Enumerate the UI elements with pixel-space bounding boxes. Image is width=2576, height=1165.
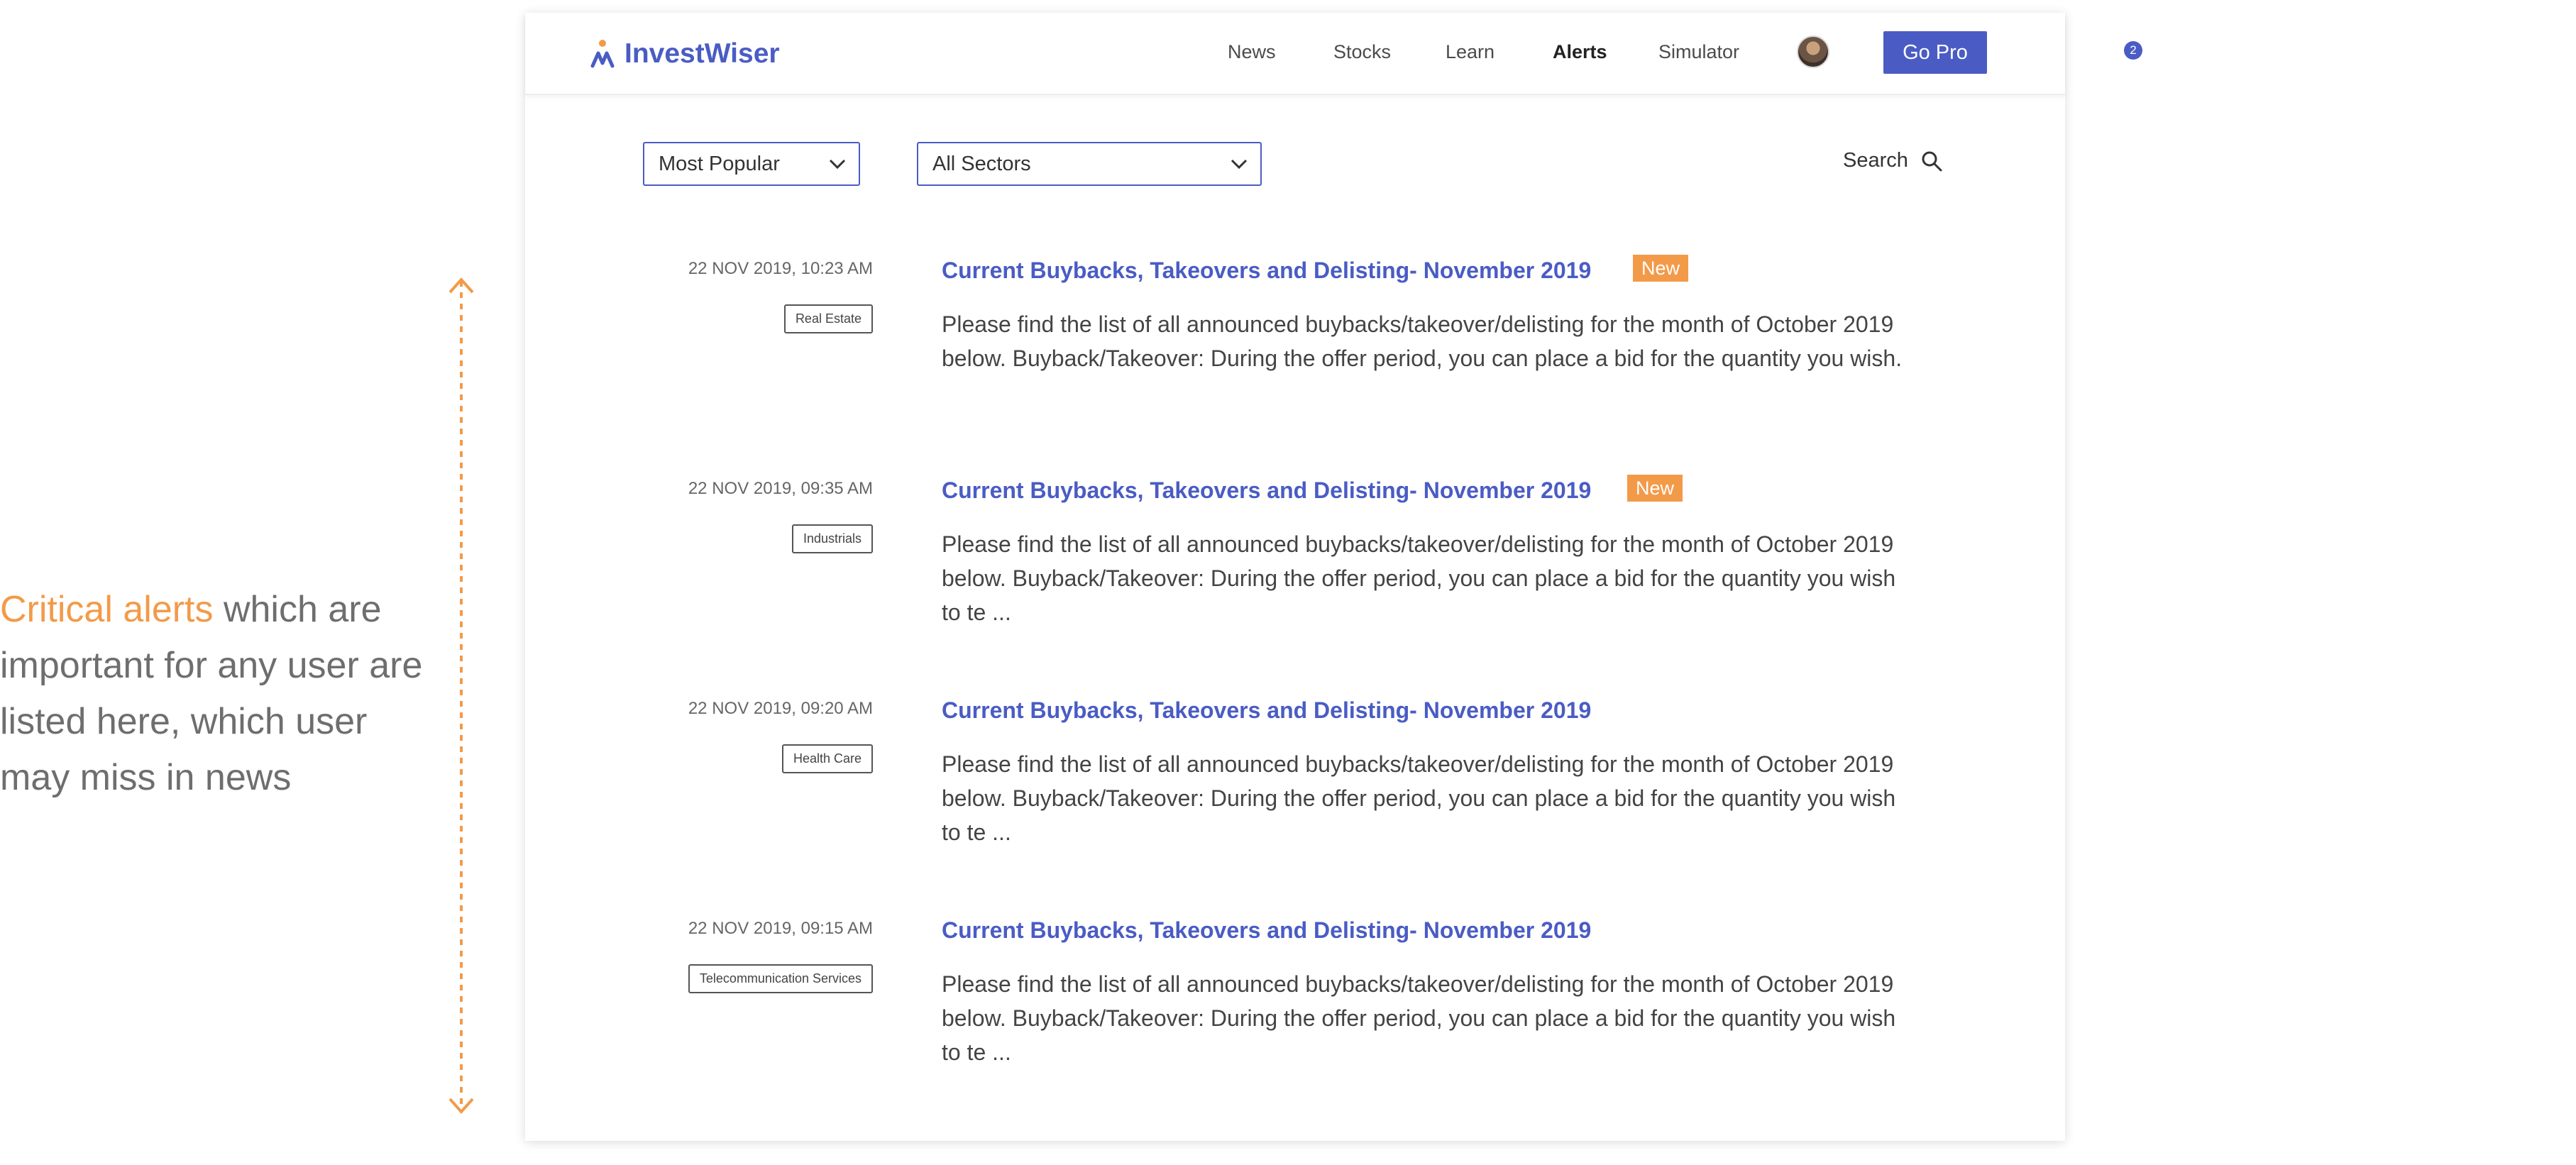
sector-select-value: All Sectors [932, 152, 1031, 175]
double-arrow-vertical-icon [448, 277, 474, 1115]
sector-select[interactable]: All Sectors [917, 142, 1262, 186]
search-label: Search [1843, 149, 1908, 172]
top-navbar: InvestWiser News Stocks Learn Alerts 2 S… [525, 13, 2142, 95]
sector-tag[interactable]: Health Care [781, 744, 873, 773]
alert-title[interactable]: Current Buybacks, Takeovers and Delistin… [942, 697, 1591, 724]
new-badge: New [1627, 475, 1683, 502]
avatar[interactable] [1797, 35, 1829, 68]
sector-tag[interactable]: Real Estate [783, 304, 873, 333]
alert-title[interactable]: Current Buybacks, Takeovers and Delistin… [942, 477, 1591, 504]
annotation-highlight: Critical alerts [0, 589, 214, 630]
app-window: InvestWiser News Stocks Learn Alerts 2 S… [525, 13, 2142, 1141]
chevron-down-icon [1231, 159, 1248, 169]
nav-stocks[interactable]: Stocks [1333, 41, 1391, 63]
alert-body: Please find the list of all announced bu… [942, 971, 1896, 1065]
nav-news[interactable]: News [1228, 41, 1276, 63]
logo-text: InvestWiser [624, 38, 780, 69]
alert-item: 22 NOV 2019, 09:20 AM Health Care Curren… [525, 697, 2065, 869]
chevron-down-icon [829, 159, 846, 169]
alert-date: 22 NOV 2019, 09:20 AM [688, 699, 873, 718]
nav-simulator[interactable]: Simulator [1658, 41, 1739, 63]
alert-item: 22 NOV 2019, 09:35 AM Industrials Curren… [525, 475, 2065, 649]
logo[interactable]: InvestWiser [590, 34, 780, 74]
nav-alerts[interactable]: Alerts [1553, 41, 1607, 63]
alert-title[interactable]: Current Buybacks, Takeovers and Delistin… [942, 917, 1591, 944]
search-icon [1922, 151, 1942, 171]
new-badge: New [1633, 255, 1689, 282]
alert-body: Please find the list of all announced bu… [942, 311, 1903, 371]
investwiser-logo-icon [590, 40, 615, 68]
nav-learn[interactable]: Learn [1446, 41, 1495, 63]
alert-date: 22 NOV 2019, 09:15 AM [688, 919, 873, 938]
search-button[interactable]: Search [1843, 149, 1942, 172]
sector-tag[interactable]: Industrials [791, 524, 873, 553]
alert-date: 22 NOV 2019, 10:23 AM [688, 259, 873, 278]
alert-item: 22 NOV 2019, 09:15 AM Telecommunication … [525, 917, 2065, 1089]
alert-body: Please find the list of all announced bu… [942, 531, 1896, 625]
alerts-count-badge: 2 [2124, 41, 2142, 60]
alert-date: 22 NOV 2019, 09:35 AM [688, 479, 873, 498]
sort-select[interactable]: Most Popular [643, 142, 860, 186]
annotation-text: Critical alerts which are important for … [0, 582, 426, 806]
alert-body: Please find the list of all announced bu… [942, 751, 1896, 845]
alert-item: 22 NOV 2019, 10:23 AM Real Estate Curren… [525, 255, 2065, 429]
alert-title[interactable]: Current Buybacks, Takeovers and Delistin… [942, 258, 1591, 284]
go-pro-button[interactable]: Go Pro [1883, 31, 1987, 74]
sector-tag[interactable]: Telecommunication Services [688, 964, 873, 993]
sort-select-value: Most Popular [659, 152, 780, 175]
